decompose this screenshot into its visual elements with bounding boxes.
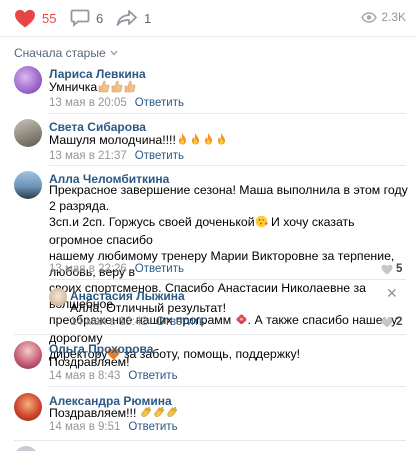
comment-icon (70, 9, 90, 27)
chevron-down-icon (110, 50, 118, 56)
comment-date[interactable]: 14 мая в 8:43 (49, 370, 120, 382)
comment-date[interactable]: 13 мая в 20:05 (49, 97, 127, 109)
comment-body: Поздравляем! (49, 355, 130, 369)
comment-body: Машуля молодчина!!!! (49, 133, 176, 147)
sort-label: Сначала старые (14, 46, 106, 60)
comment-text: Машуля молодчина!!!! (49, 132, 228, 150)
thumbs-up-icon (97, 80, 110, 97)
divider (14, 334, 406, 335)
divider (14, 440, 406, 441)
avatar[interactable] (14, 119, 42, 147)
comment-meta: 13 мая в 21:37 Ответить (49, 150, 184, 162)
fire-icon (176, 132, 189, 150)
share-icon (116, 10, 137, 26)
avatar[interactable] (14, 341, 42, 369)
thumbs-up-icon (123, 80, 136, 97)
close-icon[interactable]: ✕ (386, 285, 398, 302)
reply-button[interactable]: Ответить (128, 421, 177, 433)
comment-text: Поздравляем! (49, 354, 130, 370)
flower-icon (235, 313, 248, 330)
heart-icon (381, 317, 393, 327)
kiss-emoji-icon (255, 215, 268, 232)
divider (49, 113, 406, 114)
sort-dropdown[interactable]: Сначала старые (14, 46, 118, 60)
comment-date[interactable]: 14 мая в 13:42 (70, 316, 148, 328)
share-button[interactable]: 1 (116, 8, 151, 28)
comments-button[interactable]: 6 (70, 8, 103, 28)
comment-meta: 13 мая в 20:05 Ответить (49, 97, 184, 109)
reply-button[interactable]: Ответить (135, 150, 184, 162)
comment-date[interactable]: 13 мая в 22:26 (49, 263, 127, 275)
eye-icon (361, 11, 378, 23)
reply-button[interactable]: Ответить (128, 370, 177, 382)
divider (49, 165, 406, 166)
like-count: 55 (42, 10, 57, 26)
comment-date[interactable]: 14 мая в 9:51 (49, 421, 120, 433)
post-actions-bar: 55 6 1 2.3K (0, 0, 416, 36)
avatar[interactable] (14, 171, 42, 199)
avatar[interactable] (14, 393, 42, 421)
comment-like-count: 2 (396, 316, 403, 328)
reply-button[interactable]: Ответить (156, 316, 205, 328)
comment-meta: 14 мая в 9:51 Ответить (49, 421, 178, 433)
views-count: 2.3K (381, 10, 406, 24)
comment-body: Поздравляем!!! (49, 406, 137, 420)
comment-line-part: 3сп.и 2сп. Горжусь своей доченькой (49, 215, 255, 229)
comment-like-button[interactable]: 2 (381, 316, 402, 328)
views-counter: 2.3K (361, 10, 406, 24)
comment-like-count: 5 (396, 263, 403, 275)
avatar[interactable] (49, 288, 67, 306)
share-count: 1 (144, 10, 152, 26)
comment-meta: 14 мая в 13:42 Ответить (70, 316, 205, 328)
comment-like-button[interactable]: 5 (381, 263, 402, 275)
comment-meta: 13 мая в 22:26 Ответить (49, 263, 184, 275)
comment-date[interactable]: 13 мая в 21:37 (49, 150, 127, 162)
heart-icon (15, 9, 35, 28)
reply-button[interactable]: Ответить (135, 263, 184, 275)
comment-line: Прекрасное завершение сезона! Маша выпол… (49, 183, 408, 213)
comment-count: 6 (96, 10, 104, 26)
avatar[interactable] (14, 66, 42, 94)
divider (0, 36, 416, 37)
fire-icon (202, 132, 215, 150)
comment-text: Умничка (49, 79, 136, 97)
comment-line: 3сп.и 2сп. Горжусь своей доченькой И хоч… (49, 214, 409, 248)
fire-icon (189, 132, 202, 150)
like-button[interactable]: 55 (14, 8, 56, 28)
comment-body: Алла, Отличный результат! (70, 301, 227, 315)
thumbs-up-icon (110, 80, 123, 97)
fire-icon (215, 132, 228, 150)
divider (49, 386, 406, 387)
avatar[interactable] (14, 446, 38, 451)
heart-icon (381, 264, 393, 274)
divider (49, 279, 406, 280)
comment-text: Алла, Отличный результат! (70, 300, 226, 316)
comment-meta: 14 мая в 8:43 Ответить (49, 370, 178, 382)
comment-body: Умничка (49, 80, 98, 94)
reply-button[interactable]: Ответить (135, 97, 184, 109)
